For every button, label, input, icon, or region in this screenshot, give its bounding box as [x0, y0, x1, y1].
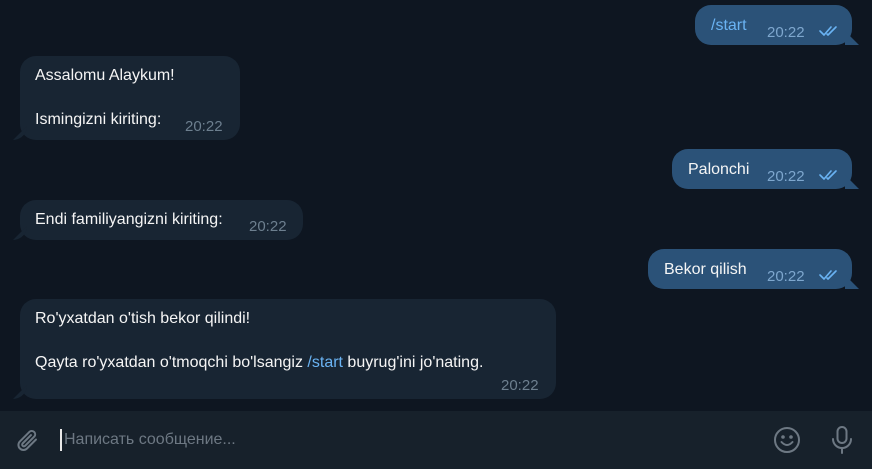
message-text-segment: Qayta ro'yxatdan o'tmoqchi bo'lsangiz	[35, 354, 308, 371]
message-time: 20:22	[249, 218, 287, 235]
message-input[interactable]	[64, 427, 744, 453]
double-check-icon	[819, 270, 837, 280]
message-time: 20:22	[767, 24, 805, 41]
microphone-icon[interactable]	[829, 425, 855, 460]
message-text-line: Ismingizni kiriting:	[35, 111, 162, 128]
double-check-icon	[819, 170, 837, 180]
message-text: Palonchi	[688, 161, 750, 178]
message-list[interactable]: /start 20:22 Assalomu Alaykum! Ismingizn…	[0, 0, 872, 411]
outgoing-message[interactable]: Bekor qilish 20:22	[648, 249, 852, 289]
message-text: Endi familiyangizni kiriting:	[35, 211, 223, 228]
incoming-message[interactable]: Assalomu Alaykum! Ismingizni kiriting: 2…	[20, 56, 240, 140]
outgoing-message[interactable]: Palonchi 20:22	[672, 149, 852, 189]
incoming-message[interactable]: Endi familiyangizni kiriting: 20:22	[20, 200, 303, 240]
command-link[interactable]: /start	[711, 15, 747, 37]
incoming-message[interactable]: Ro'yxatdan o'tish bekor qilindi! Qayta r…	[20, 299, 556, 399]
smile-icon[interactable]	[773, 426, 801, 459]
message-composer	[0, 411, 872, 469]
outgoing-message[interactable]: /start 20:22	[695, 5, 852, 45]
message-text-line: Qayta ro'yxatdan o'tmoqchi bo'lsangiz /s…	[35, 352, 483, 374]
message-time: 20:22	[185, 118, 223, 135]
double-check-icon	[819, 26, 837, 36]
message-time: 20:22	[501, 377, 539, 394]
message-text-line: Ro'yxatdan o'tish bekor qilindi!	[35, 310, 251, 327]
command-link[interactable]: /start	[307, 354, 343, 371]
message-time: 20:22	[767, 168, 805, 185]
telegram-chat-window: /start 20:22 Assalomu Alaykum! Ismingizn…	[0, 0, 872, 469]
message-time: 20:22	[767, 268, 805, 285]
message-text: Bekor qilish	[664, 261, 747, 278]
paperclip-icon[interactable]	[14, 427, 42, 460]
message-text-line: Assalomu Alaykum!	[35, 67, 175, 84]
message-text-segment: buyrug'ini jo'nating.	[342, 354, 484, 371]
text-cursor	[60, 429, 62, 451]
